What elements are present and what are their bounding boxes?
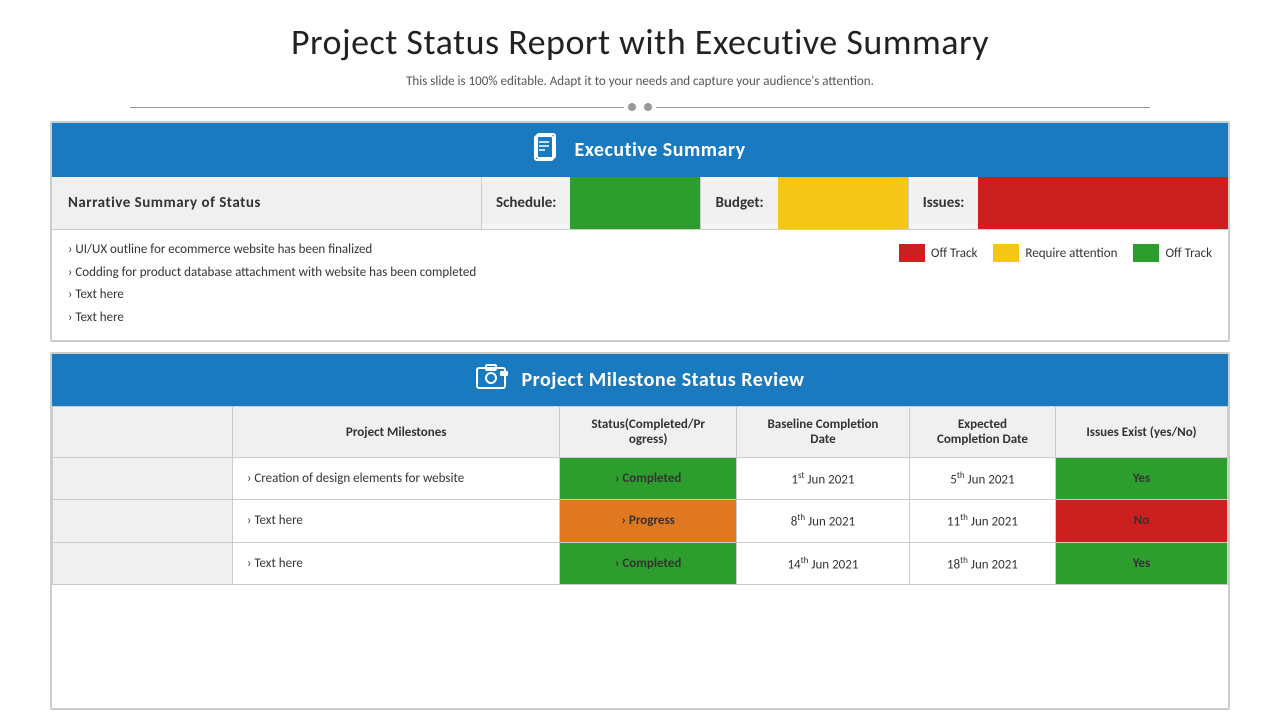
row1-spacer xyxy=(53,458,233,500)
issues-item: Issues: xyxy=(909,177,1228,229)
exec-icon xyxy=(534,133,562,167)
budget-label: Budget: xyxy=(701,182,777,224)
col-status: Status(Completed/Progress) xyxy=(560,407,737,458)
legend-box-red xyxy=(899,244,925,262)
narrative-text: UI/UX outline for ecommerce website has … xyxy=(68,240,899,330)
legend-box-yellow xyxy=(993,244,1019,262)
schedule-item: Schedule: xyxy=(482,177,701,229)
table-header-row: Project Milestones Status(Completed/Prog… xyxy=(53,407,1228,458)
col-milestones: Project Milestones xyxy=(233,407,560,458)
exec-header-title: Executive Summary xyxy=(574,138,745,162)
legend: Off Track Require attention Off Track xyxy=(899,244,1212,262)
milestone-icon xyxy=(476,364,510,396)
budget-status-box xyxy=(778,177,908,229)
milestone-section: Project Milestone Status Review Project … xyxy=(50,352,1230,710)
legend-label-yellow: Require attention xyxy=(1025,246,1117,261)
legend-label-green: Off Track xyxy=(1165,246,1212,261)
main-title: Project Status Report with Executive Sum… xyxy=(50,20,1230,64)
bullet-3: Text here xyxy=(68,285,899,305)
exec-header: Executive Summary xyxy=(52,123,1228,177)
page-container: Project Status Report with Executive Sum… xyxy=(0,0,1280,720)
executive-summary-section: Executive Summary Narrative Summary of S… xyxy=(50,121,1230,342)
issues-status-box xyxy=(978,177,1228,229)
row1-status: Completed xyxy=(560,458,737,500)
legend-item-yellow: Require attention xyxy=(993,244,1117,262)
row1-baseline: 1st Jun 2021 xyxy=(736,458,909,500)
row1-expected: 5th Jun 2021 xyxy=(909,458,1055,500)
row3-issues: Yes xyxy=(1055,542,1227,584)
row2-status: Progress xyxy=(560,500,737,542)
dot-left xyxy=(628,103,636,111)
schedule-label: Schedule: xyxy=(482,182,570,224)
row3-milestone: Text here xyxy=(233,542,560,584)
row2-issues: No xyxy=(1055,500,1227,542)
narrative-row: UI/UX outline for ecommerce website has … xyxy=(52,230,1228,340)
issues-label: Issues: xyxy=(909,182,979,224)
bullet-4: Text here xyxy=(68,308,899,328)
row3-baseline: 14th Jun 2021 xyxy=(736,542,909,584)
table-row: Creation of design elements for website … xyxy=(53,458,1228,500)
row2-baseline: 8th Jun 2021 xyxy=(736,500,909,542)
budget-item: Budget: xyxy=(701,177,908,229)
col-expected: ExpectedCompletion Date xyxy=(909,407,1055,458)
exec-body: Narrative Summary of Status Schedule: Bu… xyxy=(52,177,1228,340)
milestone-header-title: Project Milestone Status Review xyxy=(522,368,805,392)
col-issues: Issues Exist (yes/No) xyxy=(1055,407,1227,458)
status-row: Narrative Summary of Status Schedule: Bu… xyxy=(52,177,1228,230)
row1-milestone: Creation of design elements for website xyxy=(233,458,560,500)
milestone-header: Project Milestone Status Review xyxy=(52,354,1228,406)
legend-label-red: Off Track xyxy=(931,246,978,261)
row2-expected: 11th Jun 2021 xyxy=(909,500,1055,542)
row3-status: Completed xyxy=(560,542,737,584)
schedule-status-box xyxy=(570,177,700,229)
legend-item-green: Off Track xyxy=(1133,244,1212,262)
row2-spacer xyxy=(53,500,233,542)
subtitle: This slide is 100% editable. Adapt it to… xyxy=(50,74,1230,89)
row3-expected: 18th Jun 2021 xyxy=(909,542,1055,584)
milestone-table: Project Milestones Status(Completed/Prog… xyxy=(52,406,1228,585)
row2-milestone: Text here xyxy=(233,500,560,542)
narrative-label: Narrative Summary of Status xyxy=(52,177,482,229)
bullet-1: UI/UX outline for ecommerce website has … xyxy=(68,240,899,260)
divider xyxy=(130,103,1150,111)
row3-spacer xyxy=(53,542,233,584)
table-row: Text here Completed 14th Jun 2021 18th J… xyxy=(53,542,1228,584)
row1-issues: Yes xyxy=(1055,458,1227,500)
table-row: Text here Progress 8th Jun 2021 11th Jun… xyxy=(53,500,1228,542)
col-spacer xyxy=(53,407,233,458)
dot-right xyxy=(644,103,652,111)
bullet-2: Codding for product database attachment … xyxy=(68,263,899,283)
col-baseline: Baseline CompletionDate xyxy=(736,407,909,458)
legend-box-green xyxy=(1133,244,1159,262)
legend-item-red: Off Track xyxy=(899,244,978,262)
narrative-content: UI/UX outline for ecommerce website has … xyxy=(68,240,1212,330)
